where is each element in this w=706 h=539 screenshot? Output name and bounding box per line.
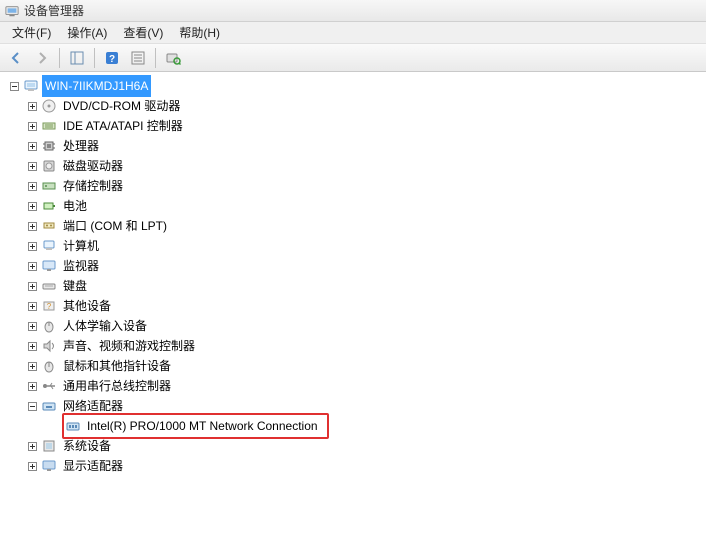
tree-node-usb[interactable]: 通用串行总线控制器 <box>8 376 706 396</box>
properties-button[interactable] <box>126 47 150 69</box>
menu-view[interactable]: 查看(V) <box>115 22 171 43</box>
expand-icon[interactable] <box>26 180 38 192</box>
expand-icon[interactable] <box>26 440 38 452</box>
tree-node-label[interactable]: IDE ATA/ATAPI 控制器 <box>60 115 186 137</box>
collapse-icon[interactable] <box>26 400 38 412</box>
device-tree: WIN-7IIKMDJ1H6A DVD/CD-ROM 驱动器IDE ATA/AT… <box>0 72 706 480</box>
tree-node-storage[interactable]: 存储控制器 <box>8 176 706 196</box>
tree-node-hid[interactable]: 人体学输入设备 <box>8 316 706 336</box>
tree-node-label[interactable]: 处理器 <box>60 135 102 157</box>
tree-node-dvd[interactable]: DVD/CD-ROM 驱动器 <box>8 96 706 116</box>
toolbar-separator <box>59 48 60 68</box>
app-icon <box>4 3 20 19</box>
expand-icon[interactable] <box>26 240 38 252</box>
ports-icon <box>41 218 57 234</box>
tree-node-label[interactable]: 端口 (COM 和 LPT) <box>60 215 170 237</box>
sound-icon <box>41 338 57 354</box>
expand-icon[interactable] <box>26 200 38 212</box>
tree-node-sound[interactable]: 声音、视频和游戏控制器 <box>8 336 706 356</box>
system-icon <box>41 438 57 454</box>
tree-node-label[interactable]: 磁盘驱动器 <box>60 155 126 177</box>
mouse-icon <box>41 358 57 374</box>
tree-node-computer[interactable]: 计算机 <box>8 236 706 256</box>
monitor-icon <box>41 258 57 274</box>
expand-icon[interactable] <box>26 380 38 392</box>
tree-child-label[interactable]: Intel(R) PRO/1000 MT Network Connection <box>84 415 321 437</box>
tree-node-label[interactable]: 声音、视频和游戏控制器 <box>60 335 198 357</box>
hid-icon <box>41 318 57 334</box>
help-button[interactable]: ? <box>100 47 124 69</box>
tree-node-label[interactable]: 键盘 <box>60 275 90 297</box>
expand-icon[interactable] <box>26 160 38 172</box>
svg-text:?: ? <box>109 54 115 65</box>
tree-root-row[interactable]: WIN-7IIKMDJ1H6A <box>8 76 706 96</box>
tree-child-nic1[interactable]: Intel(R) PRO/1000 MT Network Connection <box>8 416 706 436</box>
tree-node-ide[interactable]: IDE ATA/ATAPI 控制器 <box>8 116 706 136</box>
tree-node-disk[interactable]: 磁盘驱动器 <box>8 156 706 176</box>
svg-text:?: ? <box>47 302 52 311</box>
expand-icon[interactable] <box>26 280 38 292</box>
scan-hardware-button[interactable] <box>161 47 185 69</box>
computer-icon <box>23 78 39 94</box>
toolbar: ? <box>0 44 706 72</box>
tree-node-label[interactable]: 通用串行总线控制器 <box>60 375 174 397</box>
display-icon <box>41 458 57 474</box>
tree-node-system[interactable]: 系统设备 <box>8 436 706 456</box>
tree-node-label[interactable]: 存储控制器 <box>60 175 126 197</box>
collapse-icon[interactable] <box>8 80 20 92</box>
expand-icon[interactable] <box>26 220 38 232</box>
expand-icon[interactable] <box>26 260 38 272</box>
disk-icon <box>41 158 57 174</box>
titlebar: 设备管理器 <box>0 0 706 22</box>
storage-icon <box>41 178 57 194</box>
tree-node-label[interactable]: 计算机 <box>60 235 102 257</box>
back-button[interactable] <box>4 47 28 69</box>
dvd-icon <box>41 98 57 114</box>
expand-icon[interactable] <box>26 460 38 472</box>
tree-node-ports[interactable]: 端口 (COM 和 LPT) <box>8 216 706 236</box>
expand-icon[interactable] <box>26 340 38 352</box>
usb-icon <box>41 378 57 394</box>
tree-node-keyboard[interactable]: 键盘 <box>8 276 706 296</box>
forward-button[interactable] <box>30 47 54 69</box>
ide-icon <box>41 118 57 134</box>
tree-root-label[interactable]: WIN-7IIKMDJ1H6A <box>42 75 151 97</box>
network-adapter-icon <box>65 418 81 434</box>
expand-icon[interactable] <box>26 120 38 132</box>
toolbar-separator <box>155 48 156 68</box>
expand-icon[interactable] <box>26 320 38 332</box>
toolbar-separator <box>94 48 95 68</box>
show-hide-tree-button[interactable] <box>65 47 89 69</box>
tree-node-mouse[interactable]: 鼠标和其他指针设备 <box>8 356 706 376</box>
tree-node-label[interactable]: DVD/CD-ROM 驱动器 <box>60 95 183 117</box>
cpu-icon <box>41 138 57 154</box>
keyboard-icon <box>41 278 57 294</box>
tree-node-label[interactable]: 系统设备 <box>60 435 114 457</box>
window-title: 设备管理器 <box>24 2 84 19</box>
tree-node-battery[interactable]: 电池 <box>8 196 706 216</box>
menu-action[interactable]: 操作(A) <box>59 22 115 43</box>
expand-icon[interactable] <box>26 300 38 312</box>
network-icon <box>41 398 57 414</box>
tree-node-cpu[interactable]: 处理器 <box>8 136 706 156</box>
tree-node-monitor[interactable]: 监视器 <box>8 256 706 276</box>
expand-icon[interactable] <box>26 360 38 372</box>
tree-node-display[interactable]: 显示适配器 <box>8 456 706 476</box>
menu-file[interactable]: 文件(F) <box>4 22 59 43</box>
menu-help[interactable]: 帮助(H) <box>171 22 228 43</box>
tree-node-label[interactable]: 监视器 <box>60 255 102 277</box>
tree-node-label[interactable]: 鼠标和其他指针设备 <box>60 355 174 377</box>
tree-node-other[interactable]: ? 其他设备 <box>8 296 706 316</box>
other-icon: ? <box>41 298 57 314</box>
tree-node-label[interactable]: 显示适配器 <box>60 455 126 477</box>
expand-icon[interactable] <box>26 140 38 152</box>
tree-node-label[interactable]: 电池 <box>60 195 90 217</box>
computer-icon <box>41 238 57 254</box>
expand-icon[interactable] <box>26 100 38 112</box>
menubar: 文件(F) 操作(A) 查看(V) 帮助(H) <box>0 22 706 44</box>
battery-icon <box>41 198 57 214</box>
tree-node-label[interactable]: 人体学输入设备 <box>60 315 150 337</box>
tree-node-label[interactable]: 其他设备 <box>60 295 114 317</box>
